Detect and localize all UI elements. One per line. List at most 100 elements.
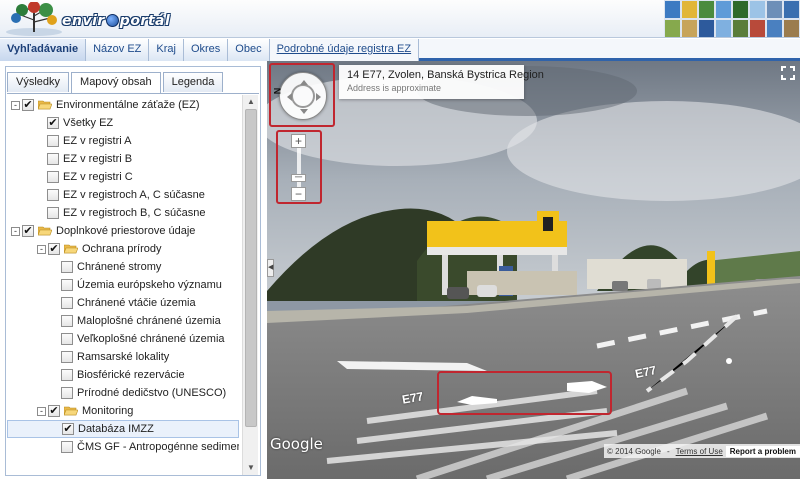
layer-checkbox[interactable]: ✔ (48, 405, 60, 417)
tree-row[interactable]: Ramsarské lokality (7, 348, 239, 366)
layer-label: Ochrana prírody (82, 243, 162, 255)
pan-control[interactable]: N (272, 72, 327, 120)
tree-row[interactable]: EZ v registri B (7, 150, 239, 168)
layer-label: Chránené stromy (77, 261, 162, 273)
layer-checkbox[interactable] (61, 351, 73, 363)
fullscreen-icon[interactable] (780, 65, 796, 81)
photo-tile (783, 0, 800, 19)
collapse-icon[interactable]: - (37, 406, 46, 416)
folder-open-icon (64, 244, 78, 254)
address-card: 14 E77, Zvolen, Banská Bystrica Region A… (339, 65, 544, 99)
tree-row[interactable]: Biosférické rezervácie (7, 366, 239, 384)
tab-vyhladavanie[interactable]: Vyhľadávanie (0, 39, 87, 61)
photo-tile (681, 19, 698, 37)
layer-checkbox[interactable] (47, 189, 59, 201)
tree-row[interactable]: ✔ Databáza IMZZ (7, 420, 239, 438)
layer-checkbox[interactable] (61, 279, 73, 291)
layer-checkbox[interactable] (61, 297, 73, 309)
zoom-slider-handle[interactable]: ─ (291, 173, 306, 183)
zoom-highlight: + ─ − (276, 130, 322, 204)
layer-tree: - ✔ Environmentálne záťaže (EZ) ✔ Všetky EZ E… (7, 96, 239, 456)
zoom-out-button[interactable]: − (291, 187, 306, 201)
tree-row[interactable]: EZ v registroch A, C súčasne (7, 186, 239, 204)
layer-checkbox[interactable]: ✔ (22, 225, 34, 237)
photo-tile (715, 0, 732, 19)
folder-open-icon (38, 226, 52, 236)
tree-scrollbar[interactable]: ▲ ▼ (242, 95, 258, 475)
copyright-text: © 2014 Google (607, 446, 661, 456)
layer-checkbox[interactable]: ✔ (22, 99, 34, 111)
main-nav: Vyhľadávanie Názov EZ Kraj Okres Obec Po… (0, 39, 800, 61)
terms-link[interactable]: Terms of Use (673, 447, 726, 456)
layer-checkbox[interactable] (61, 387, 73, 399)
layer-label: Veľkoplošné chránené územia (77, 333, 225, 345)
tree-row[interactable]: Maloplošné chránené územia (7, 312, 239, 330)
layer-label: Doplnkové priestorove údaje (56, 225, 196, 237)
photo-tile (732, 19, 749, 37)
address-note: Address is approximate (347, 83, 442, 93)
layer-checkbox[interactable]: ✔ (48, 243, 60, 255)
layer-checkbox[interactable] (47, 135, 59, 147)
tree-row[interactable]: ČMS GF - Antropogénne sedimenty (7, 438, 239, 456)
photo-tile (766, 19, 783, 37)
photo-tile (698, 0, 715, 19)
layer-checkbox[interactable] (47, 153, 59, 165)
tree-row[interactable]: EZ v registroch B, C súčasne (7, 204, 239, 222)
tab-nazov-ez[interactable]: Názov EZ (86, 39, 150, 61)
tab-mapovy-obsah[interactable]: Mapový obsah (71, 72, 161, 94)
street-view-scene (267, 61, 800, 479)
scroll-up-icon[interactable]: ▲ (245, 96, 257, 108)
street-view[interactable]: ◀ N + ─ − 14 E77, Zvolen, Banská Bystric… (267, 61, 800, 479)
tab-kraj[interactable]: Kraj (149, 39, 184, 61)
layer-label: Územia európskeho významu (77, 279, 222, 291)
tree-row[interactable]: - ✔ Environmentálne záťaže (EZ) (7, 96, 239, 114)
map-footer: © 2014 Google - Terms of Use Report a pr… (604, 444, 800, 458)
scroll-down-icon[interactable]: ▼ (245, 462, 257, 474)
site-header: envir portál (0, 0, 800, 38)
report-problem-link[interactable]: Report a problem (725, 445, 800, 457)
tree-row[interactable]: - ✔ Ochrana prírody (7, 240, 239, 258)
tree-row[interactable]: EZ v registri C (7, 168, 239, 186)
zoom-in-button[interactable]: + (291, 134, 306, 148)
layer-checkbox[interactable] (47, 171, 59, 183)
layer-checkbox[interactable] (61, 333, 73, 345)
layer-label: Environmentálne záťaže (EZ) (56, 99, 200, 111)
tree-row[interactable]: Chránené vtáčie územia (7, 294, 239, 312)
collapse-icon[interactable]: - (37, 244, 46, 254)
layer-checkbox[interactable]: ✔ (62, 423, 74, 435)
layer-label: Databáza IMZZ (78, 423, 154, 435)
panel-tabs: Výsledky Mapový obsah Legenda (7, 72, 225, 94)
layer-checkbox[interactable] (61, 441, 73, 453)
navigation-arrows-highlight (437, 371, 612, 415)
layer-checkbox[interactable] (61, 369, 73, 381)
compass-highlight: N (269, 63, 335, 127)
tree-row[interactable]: Územia európskeho významu (7, 276, 239, 294)
tab-podrobne-udaje[interactable]: Podrobné údaje registra EZ (269, 39, 420, 61)
collapse-icon[interactable]: - (11, 100, 20, 110)
layer-label: EZ v registri B (63, 153, 133, 165)
layer-checkbox[interactable] (61, 261, 73, 273)
tab-obec[interactable]: Obec (228, 39, 270, 61)
tree-row[interactable]: ✔ Všetky EZ (7, 114, 239, 132)
tree-row[interactable]: Prírodné dedičstvo (UNESCO) (7, 384, 239, 402)
tree-row[interactable]: - ✔ Monitoring (7, 402, 239, 420)
photo-tile (715, 19, 732, 37)
photo-tile (698, 19, 715, 37)
photo-tile (732, 0, 749, 19)
tree-row[interactable]: Veľkoplošné chránené územia (7, 330, 239, 348)
scroll-thumb[interactable] (245, 109, 257, 427)
tree-row[interactable]: - ✔ Doplnkové priestorove údaje (7, 222, 239, 240)
layer-checkbox[interactable] (61, 315, 73, 327)
layer-label: EZ v registroch B, C súčasne (63, 207, 206, 219)
tab-okres[interactable]: Okres (183, 39, 229, 61)
tab-vysledky[interactable]: Výsledky (7, 72, 70, 92)
compass-north-label: N (272, 87, 283, 95)
photo-tile (664, 0, 681, 19)
tree-row[interactable]: Chránené stromy (7, 258, 239, 276)
tab-legenda[interactable]: Legenda (162, 72, 224, 92)
tree-row[interactable]: EZ v registri A (7, 132, 239, 150)
layer-checkbox[interactable]: ✔ (47, 117, 59, 129)
collapse-icon[interactable]: - (11, 226, 20, 236)
collapse-panel-icon[interactable]: ◀ (267, 259, 274, 277)
layer-checkbox[interactable] (47, 207, 59, 219)
